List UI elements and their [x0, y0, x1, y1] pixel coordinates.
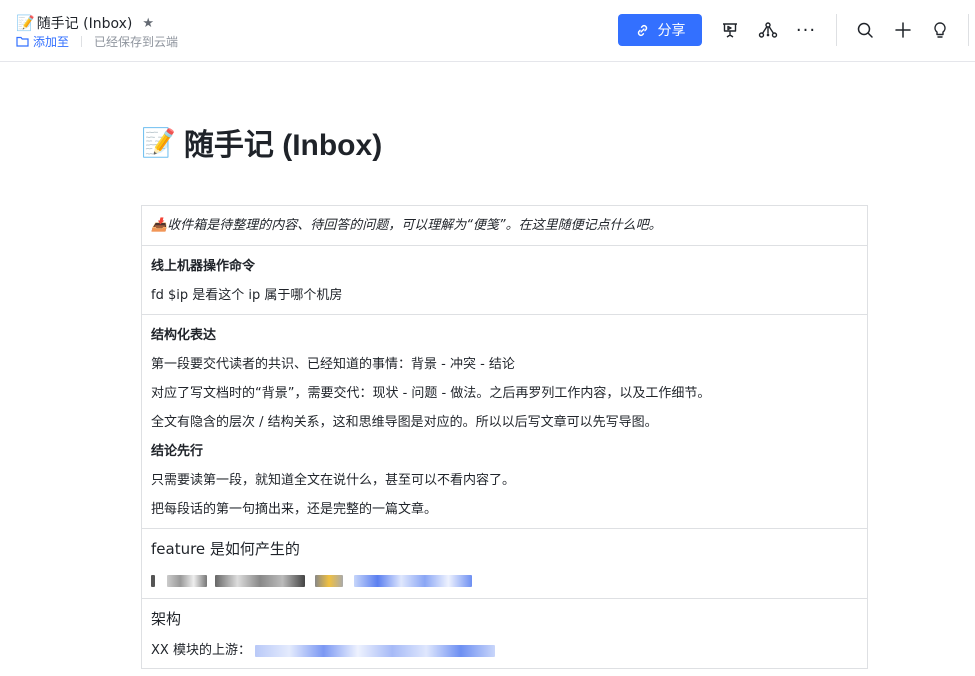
- redaction-block: [167, 574, 208, 587]
- table-row-ops[interactable]: 线上机器操作命令 fd $ip 是看这个 ip 属于哪个机房: [142, 246, 867, 315]
- doc-title-row: 📝 随手记 (Inbox) ★: [16, 13, 154, 33]
- redaction-block: [255, 644, 496, 657]
- arch-text: XX 模块的上游：: [151, 643, 251, 658]
- search-icon[interactable]: [853, 18, 877, 42]
- mindmap-icon[interactable]: [756, 18, 780, 42]
- redaction-block: [215, 574, 306, 587]
- top-bar: 📝 随手记 (Inbox) ★ 添加至 已经保存到云端 分享 ···: [0, 0, 975, 62]
- structured-heading: 结构化表达: [151, 328, 217, 343]
- doc-title[interactable]: 随手记 (Inbox): [37, 13, 133, 33]
- table-row-arch[interactable]: 架构 XX 模块的上游：: [142, 599, 867, 669]
- save-status: 已经保存到云端: [94, 35, 179, 49]
- structured-line-2: 对应了写文档时的“背景”，需要交代：现状 - 问题 - 做法。之后再罗列工作内容…: [151, 386, 711, 401]
- presentation-icon[interactable]: [718, 18, 742, 42]
- more-icon[interactable]: ···: [794, 18, 818, 42]
- lightbulb-icon[interactable]: [928, 18, 952, 42]
- page-title: 📝 随手记 (Inbox): [141, 120, 382, 164]
- divider: [81, 36, 83, 47]
- arch-heading: 架构: [151, 610, 182, 628]
- table-row-intro[interactable]: 📥收件箱是待整理的内容、待回答的问题，可以理解为“便笺”。在这里随便记点什么吧。: [142, 206, 867, 246]
- feature-heading: feature 是如何产生的: [151, 540, 300, 558]
- toolbar-divider: [836, 14, 837, 46]
- structured-line-1: 第一段要交代读者的共识、已经知道的事情：背景 - 冲突 - 结论: [151, 357, 515, 372]
- add-to-link[interactable]: 添加至: [33, 33, 69, 50]
- redaction-block: [315, 574, 344, 587]
- star-icon[interactable]: ★: [142, 16, 154, 31]
- structured-line-5: 把每段话的第一句摘出来，还是完整的一篇文章。: [151, 502, 438, 517]
- link-icon: [637, 24, 647, 36]
- redacted-text: [151, 566, 858, 595]
- table-row-structured[interactable]: 结构化表达 第一段要交代读者的共识、已经知道的事情：背景 - 冲突 - 结论 对…: [142, 315, 867, 529]
- redaction-block: [151, 574, 155, 587]
- folder-icon[interactable]: [16, 36, 29, 47]
- structured-line-3: 全文有隐含的层次 / 结构关系，这和思维导图是对应的。所以以后写文章可以先写导图…: [151, 415, 658, 430]
- toolbar-edge-divider: [968, 14, 969, 46]
- doc-meta-row: 添加至 已经保存到云端: [16, 33, 178, 50]
- conclusion-heading: 结论先行: [151, 444, 204, 459]
- inbox-icon: 📥: [151, 218, 168, 233]
- ops-heading: 线上机器操作命令: [151, 259, 256, 274]
- ops-text: fd $ip 是看这个 ip 属于哪个机房: [151, 288, 343, 303]
- page-title-text[interactable]: 随手记 (Inbox): [184, 120, 382, 164]
- doc-emoji: 📝: [16, 14, 35, 32]
- plus-icon[interactable]: [891, 18, 915, 42]
- share-label: 分享: [657, 23, 686, 39]
- share-button[interactable]: 分享: [618, 14, 702, 46]
- redaction-block: [353, 574, 472, 587]
- page-emoji: 📝: [141, 126, 176, 158]
- intro-label: 收件箱是待整理的内容、待回答的问题，可以理解为“便笺”。在这里随便记点什么吧。: [167, 218, 662, 233]
- arch-text-row: XX 模块的上游：: [151, 636, 858, 665]
- structured-line-4: 只需要读第一段，就知道全文在说什么，甚至可以不看内容了。: [151, 473, 516, 488]
- table-row-feature[interactable]: feature 是如何产生的: [142, 529, 867, 599]
- intro-text: 📥收件箱是待整理的内容、待回答的问题，可以理解为“便笺”。在这里随便记点什么吧。: [151, 211, 858, 240]
- inbox-table: 📥收件箱是待整理的内容、待回答的问题，可以理解为“便笺”。在这里随便记点什么吧。…: [141, 205, 868, 669]
